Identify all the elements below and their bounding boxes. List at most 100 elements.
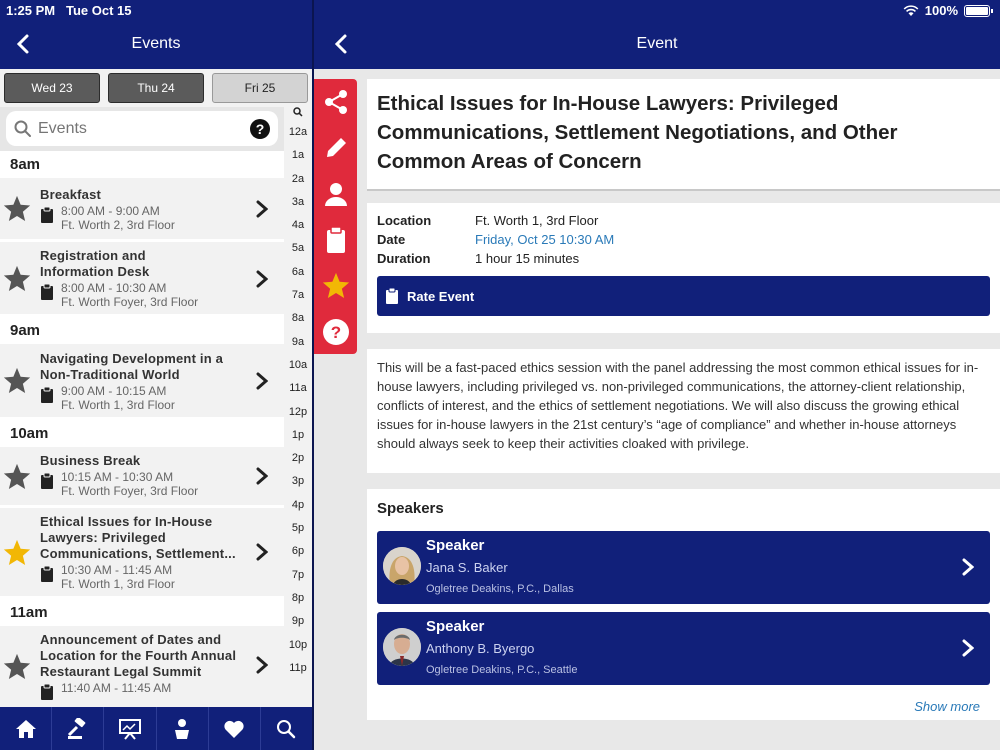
- speakers-heading: Speakers: [377, 500, 444, 517]
- help-button[interactable]: ?: [314, 309, 357, 355]
- help-icon: ?: [322, 319, 349, 345]
- right-nav-title: Event: [636, 35, 678, 52]
- index-item[interactable]: 1p: [284, 424, 312, 447]
- pencil-icon: [326, 138, 346, 157]
- index-item[interactable]: 7a: [284, 284, 312, 307]
- event-item-business-break[interactable]: Business Break 10:15 AM - 10:30 AM Ft. Wo…: [0, 447, 284, 508]
- event-location: Ft. Worth 1, 3rd Floor: [61, 577, 175, 591]
- schedule-list: 8am Breakfast 8:00 AM - 9:00 AM Ft. Worth…: [0, 151, 284, 707]
- event-location: Ft. Worth 2, 3rd Floor: [61, 218, 175, 232]
- index-item[interactable]: 6a: [284, 261, 312, 284]
- notes-button[interactable]: [314, 217, 357, 263]
- event-item-ethical-issues[interactable]: Ethical Issues for In-House Lawyers: Pri…: [0, 508, 284, 599]
- index-item[interactable]: 6p: [284, 540, 312, 563]
- index-item[interactable]: 5a: [284, 237, 312, 260]
- tab-speaker[interactable]: [157, 707, 209, 750]
- share-icon: [324, 90, 347, 114]
- tab-search[interactable]: [261, 707, 312, 750]
- favorite-button[interactable]: [314, 263, 357, 309]
- index-item[interactable]: 1a: [284, 144, 312, 167]
- star-icon[interactable]: [2, 538, 32, 568]
- chevron-right-icon: [256, 372, 268, 390]
- day-tab-fri[interactable]: Fri 25: [212, 73, 308, 103]
- status-time: 1:25 PM: [6, 3, 56, 18]
- share-button[interactable]: [314, 79, 357, 125]
- speaker-row[interactable]: Speaker Anthony B. Byergo Ogletree Deaki…: [377, 612, 990, 685]
- location-value: Ft. Worth 1, 3rd Floor: [475, 213, 599, 228]
- index-item[interactable]: 8p: [284, 587, 312, 610]
- edit-button[interactable]: [314, 125, 357, 171]
- star-icon[interactable]: [2, 264, 32, 294]
- day-tab-thu[interactable]: Thu 24: [108, 73, 204, 103]
- date-label: Date: [377, 232, 406, 247]
- clipboard-icon: [41, 683, 53, 700]
- tab-home[interactable]: [0, 707, 53, 750]
- star-icon: [322, 272, 349, 298]
- chevron-right-icon: [256, 467, 268, 485]
- speaker-button[interactable]: [314, 171, 357, 217]
- event-item-navigating[interactable]: Navigating Development in a Non-Traditio…: [0, 344, 284, 420]
- clipboard-icon: [41, 283, 53, 300]
- clipboard-icon: [41, 206, 53, 223]
- star-icon[interactable]: [2, 366, 32, 396]
- event-detail-panel: ? Ethical Issues for In-House Lawyers: P…: [314, 69, 1000, 750]
- index-item[interactable]: 4a: [284, 214, 312, 237]
- event-item-announcement[interactable]: Announcement of Dates and Location for t…: [0, 626, 284, 707]
- star-icon[interactable]: [2, 652, 32, 682]
- rate-event-button[interactable]: Rate Event: [377, 276, 990, 316]
- index-item[interactable]: 3p: [284, 470, 312, 493]
- event-info-card: Location Ft. Worth 1, 3rd Floor Date Fri…: [367, 203, 1000, 333]
- speaker-row[interactable]: Speaker Jana S. Baker Ogletree Deakins, …: [377, 531, 990, 604]
- tab-favorites[interactable]: [209, 707, 261, 750]
- hour-header: 8am: [0, 151, 284, 178]
- event-item-breakfast[interactable]: Breakfast 8:00 AM - 9:00 AM Ft. Worth 2, …: [0, 178, 284, 242]
- chevron-right-icon: [256, 543, 268, 561]
- index-item[interactable]: 9a: [284, 331, 312, 354]
- help-icon[interactable]: ?: [250, 118, 270, 139]
- search-icon: [14, 120, 31, 137]
- event-title: Ethical Issues for In-House Lawyers: Pri…: [377, 92, 898, 173]
- rate-event-label: Rate Event: [407, 288, 475, 304]
- index-item[interactable]: 2p: [284, 447, 312, 470]
- index-item[interactable]: 12a: [284, 121, 312, 144]
- index-item[interactable]: 11a: [284, 377, 312, 400]
- index-item[interactable]: 3a: [284, 191, 312, 214]
- star-icon[interactable]: [2, 462, 32, 492]
- event-time: 8:00 AM - 10:30 AM: [61, 281, 167, 295]
- index-item[interactable]: 4p: [284, 494, 312, 517]
- wifi-icon: [903, 4, 919, 16]
- bottom-tab-bar: [0, 707, 312, 750]
- index-item[interactable]: 12p: [284, 401, 312, 424]
- hour-header: 9am: [0, 317, 284, 344]
- chevron-right-icon: [256, 200, 268, 218]
- index-item[interactable]: 5p: [284, 517, 312, 540]
- star-icon[interactable]: [2, 194, 32, 224]
- speaker-name: Anthony B. Byergo: [426, 641, 535, 656]
- index-item[interactable]: 7p: [284, 564, 312, 587]
- index-item[interactable]: 2a: [284, 168, 312, 191]
- left-nav-bar: 1:25 PM Tue Oct 15 Events: [0, 0, 312, 69]
- date-value[interactable]: Friday, Oct 25 10:30 AM: [475, 230, 614, 249]
- day-tab-wed[interactable]: Wed 23: [4, 73, 100, 103]
- index-item[interactable]: 9p: [284, 610, 312, 633]
- tab-presentation[interactable]: [104, 707, 157, 750]
- hour-header: 11am: [0, 599, 284, 626]
- heart-icon: [224, 720, 244, 738]
- search-input[interactable]: [38, 119, 250, 138]
- event-title: Navigating Development in a Non-Traditio…: [40, 351, 224, 382]
- show-more-link[interactable]: Show more: [914, 699, 980, 714]
- index-item[interactable]: 10p: [284, 634, 312, 657]
- index-search-icon[interactable]: [293, 107, 303, 117]
- hour-index-bar[interactable]: 12a 1a 2a 3a 4a 5a 6a 7a 8a 9a 10a 11a 1…: [284, 107, 312, 707]
- day-tabs: Wed 23 Thu 24 Fri 25: [0, 69, 312, 106]
- event-title: Business Break: [40, 453, 141, 468]
- index-item[interactable]: 10a: [284, 354, 312, 377]
- event-item-registration[interactable]: Registration and Information Desk 8:00 A…: [0, 242, 284, 317]
- event-description: This will be a fast-paced ethics session…: [367, 349, 1000, 473]
- index-item[interactable]: 8a: [284, 307, 312, 330]
- index-item[interactable]: 11p: [284, 657, 312, 680]
- location-label: Location: [377, 213, 432, 228]
- event-location: Ft. Worth 1, 3rd Floor: [61, 398, 175, 412]
- tab-gavel[interactable]: [52, 707, 105, 750]
- event-time: 10:30 AM - 11:45 AM: [61, 563, 173, 577]
